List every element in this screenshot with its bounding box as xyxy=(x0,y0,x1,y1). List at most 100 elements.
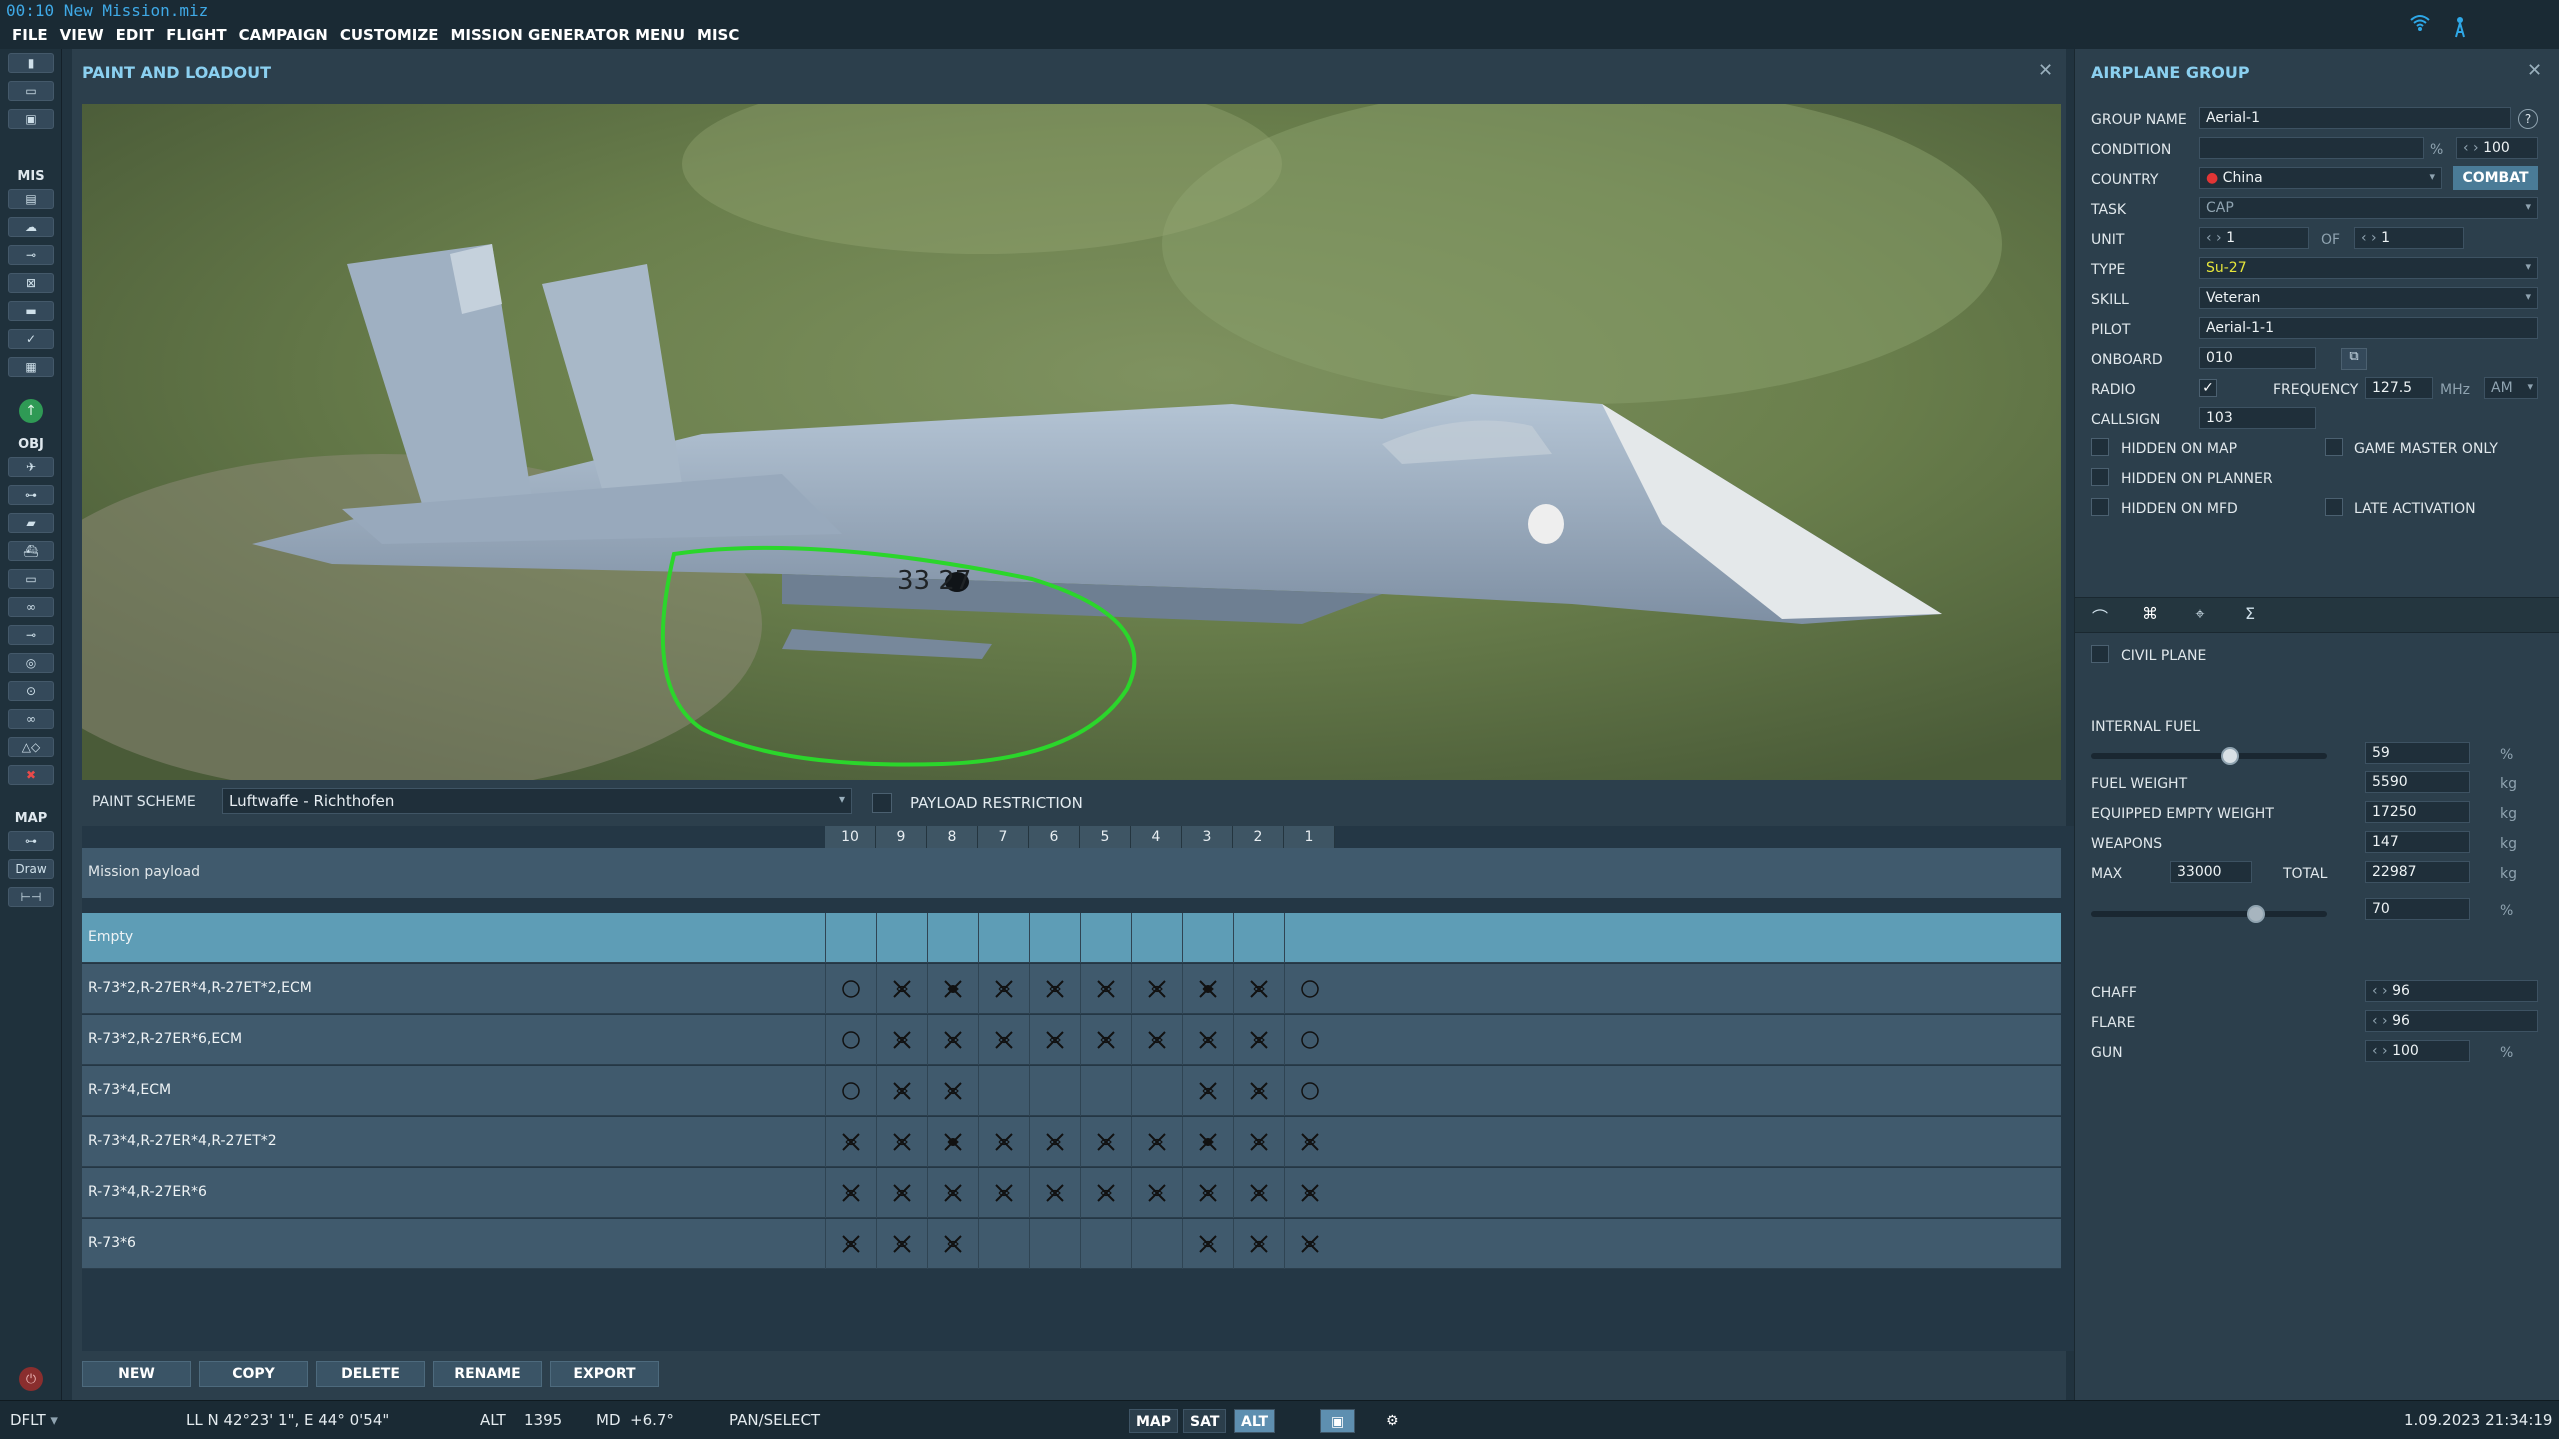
station-cell xyxy=(1233,1015,1284,1065)
loadout-row[interactable]: Empty xyxy=(82,913,2061,963)
properties-tab-icon[interactable]: ⌖ xyxy=(2185,604,2215,628)
total-weight-slider-handle[interactable] xyxy=(2247,905,2266,923)
of-stepper[interactable]: ‹ › 1 xyxy=(2354,227,2464,249)
close-icon[interactable]: ✕ xyxy=(2038,60,2053,81)
hidden-on-mfd-checkbox[interactable] xyxy=(2091,498,2109,516)
fuel-weight-field[interactable]: 5590 xyxy=(2365,771,2470,793)
copy-button[interactable]: COPY xyxy=(199,1361,308,1387)
modulation-select[interactable]: AM ▾ xyxy=(2484,377,2538,399)
loadout-row[interactable]: R-73*4,R-27ER*6 xyxy=(82,1168,2061,1218)
menu-mission-generator[interactable]: MISSION GENERATOR MENU xyxy=(450,21,685,49)
menu-customize[interactable]: CUSTOMIZE xyxy=(340,21,439,49)
country-flag-icon: ● xyxy=(2206,170,2219,186)
sat-view-button[interactable]: SAT xyxy=(1183,1409,1227,1433)
hidden-on-map-checkbox[interactable] xyxy=(2091,438,2109,456)
map-tool-icon[interactable]: ⊶ xyxy=(8,831,54,851)
station-cell xyxy=(876,913,927,963)
game-master-checkbox[interactable] xyxy=(2325,438,2343,456)
internal-fuel-field[interactable]: 59 xyxy=(2365,742,2470,764)
frequency-field[interactable]: 127.5 xyxy=(2365,377,2433,399)
nav-point-icon[interactable]: ⊙ xyxy=(8,681,54,701)
ground-unit-icon[interactable]: ▰ xyxy=(8,513,54,533)
summary-tab-icon[interactable]: Σ xyxy=(2235,604,2265,628)
airfield-icon[interactable]: ⊸ xyxy=(8,625,54,645)
save-icon[interactable]: ▣ xyxy=(8,109,54,129)
flare-stepper[interactable]: ‹ › 96 xyxy=(2365,1010,2538,1032)
gun-stepper[interactable]: ‹ › 100 xyxy=(2365,1040,2470,1062)
skill-select[interactable]: Veteran ▾ xyxy=(2199,287,2538,309)
loadout-row[interactable]: R-73*2,R-27ER*4,R-27ET*2,ECM xyxy=(82,964,2061,1014)
station-cell xyxy=(1233,1168,1284,1218)
paint-scheme-select[interactable]: Luftwaffe - Richthofen ▾ xyxy=(222,788,852,814)
check-icon[interactable]: ✓ xyxy=(8,329,54,349)
payload-tab-icon[interactable]: ⌘ xyxy=(2135,604,2165,628)
menu-misc[interactable]: MISC xyxy=(697,21,739,49)
alt-view-button[interactable]: ALT xyxy=(1234,1409,1275,1433)
onboard-field[interactable]: 010 xyxy=(2199,347,2316,369)
menu-file[interactable]: FILE xyxy=(12,21,48,49)
radio-checkbox[interactable]: ✓ xyxy=(2199,379,2217,397)
menu-view[interactable]: VIEW xyxy=(60,21,104,49)
menu-edit[interactable]: EDIT xyxy=(116,21,155,49)
delete-button[interactable]: DELETE xyxy=(316,1361,425,1387)
coalition-icon[interactable]: ↑ xyxy=(19,399,43,423)
combat-button[interactable]: COMBAT xyxy=(2453,166,2538,190)
loadout-row[interactable]: R-73*2,R-27ER*6,ECM xyxy=(82,1015,2061,1065)
condition-stepper[interactable]: ‹ › 100 xyxy=(2456,137,2538,159)
total-weight-slider[interactable] xyxy=(2091,911,2327,917)
goals-icon[interactable]: ▬ xyxy=(8,301,54,321)
airplane-icon[interactable]: ✈ xyxy=(8,457,54,477)
map-view-button[interactable]: MAP xyxy=(1129,1409,1179,1433)
loadout-row[interactable]: R-73*4,R-27ER*4,R-27ET*2 xyxy=(82,1117,2061,1167)
loadout-row[interactable]: R-73*4,ECM xyxy=(82,1066,2061,1116)
ship-icon[interactable]: ⛴ xyxy=(8,541,54,561)
civil-plane-checkbox[interactable] xyxy=(2091,645,2109,663)
task-select[interactable]: CAP ▾ xyxy=(2199,197,2538,219)
callsign-field[interactable]: 103 xyxy=(2199,407,2316,429)
ruler-icon[interactable]: ⊢⊣ xyxy=(8,887,54,907)
open-folder-icon[interactable]: ▭ xyxy=(8,81,54,101)
export-button[interactable]: EXPORT xyxy=(550,1361,659,1387)
help-icon[interactable]: ? xyxy=(2518,109,2538,129)
internal-fuel-slider[interactable] xyxy=(2091,753,2327,759)
chaff-stepper[interactable]: ‹ › 96 xyxy=(2365,980,2538,1002)
group-icon[interactable]: ∞ xyxy=(8,709,54,729)
static-object-icon[interactable]: ▭ xyxy=(8,569,54,589)
payload-restriction-checkbox[interactable] xyxy=(872,793,892,813)
route-tab-icon[interactable]: ⌒ xyxy=(2085,604,2115,628)
delete-icon[interactable]: ✖ xyxy=(8,765,54,785)
station-cell xyxy=(1284,1066,1335,1116)
copy-icon[interactable]: ⧉ xyxy=(2341,348,2367,370)
type-select[interactable]: Su-27 ▾ xyxy=(2199,257,2538,279)
total-pct-field[interactable]: 70 xyxy=(2365,898,2470,920)
menu-flight[interactable]: FLIGHT xyxy=(166,21,226,49)
pilot-field[interactable]: Aerial-1-1 xyxy=(2199,317,2538,339)
camera-icon[interactable]: ▣ xyxy=(1320,1409,1356,1433)
zone-icon[interactable]: ◎ xyxy=(8,653,54,673)
layout-icon[interactable]: ▦ xyxy=(8,357,54,377)
weather-icon[interactable]: ☁ xyxy=(8,217,54,237)
exit-icon[interactable]: ⏻ xyxy=(19,1367,43,1391)
country-select[interactable]: ● China ▾ xyxy=(2199,167,2442,189)
template-icon[interactable]: ∞ xyxy=(8,597,54,617)
close-icon[interactable]: ✕ xyxy=(2527,60,2542,81)
rename-button[interactable]: RENAME xyxy=(433,1361,542,1387)
new-file-icon[interactable]: ▮ xyxy=(8,53,54,73)
helicopter-icon[interactable]: ⊶ xyxy=(8,485,54,505)
hidden-on-planner-checkbox[interactable] xyxy=(2091,468,2109,486)
group-name-field[interactable]: Aerial-1 xyxy=(2199,107,2511,129)
loadout-row[interactable]: R-73*6 xyxy=(82,1219,2061,1269)
shapes-icon[interactable]: △◇ xyxy=(8,737,54,757)
unit-stepper[interactable]: ‹ › 1 xyxy=(2199,227,2309,249)
late-activation-checkbox[interactable] xyxy=(2325,498,2343,516)
draw-button[interactable]: Draw xyxy=(8,859,54,879)
profile-select[interactable]: DFLT ▾ xyxy=(10,1411,58,1429)
condition-label: CONDITION xyxy=(2091,142,2172,158)
menu-campaign[interactable]: CAMPAIGN xyxy=(239,21,328,49)
new-button[interactable]: NEW xyxy=(82,1361,191,1387)
settings-icon[interactable]: ⚙ xyxy=(1380,1409,1405,1433)
route-icon[interactable]: ⊸ xyxy=(8,245,54,265)
briefing-icon[interactable]: ▤ xyxy=(8,189,54,209)
internal-fuel-slider-handle[interactable] xyxy=(2221,747,2240,765)
trigger-icon[interactable]: ⊠ xyxy=(8,273,54,293)
